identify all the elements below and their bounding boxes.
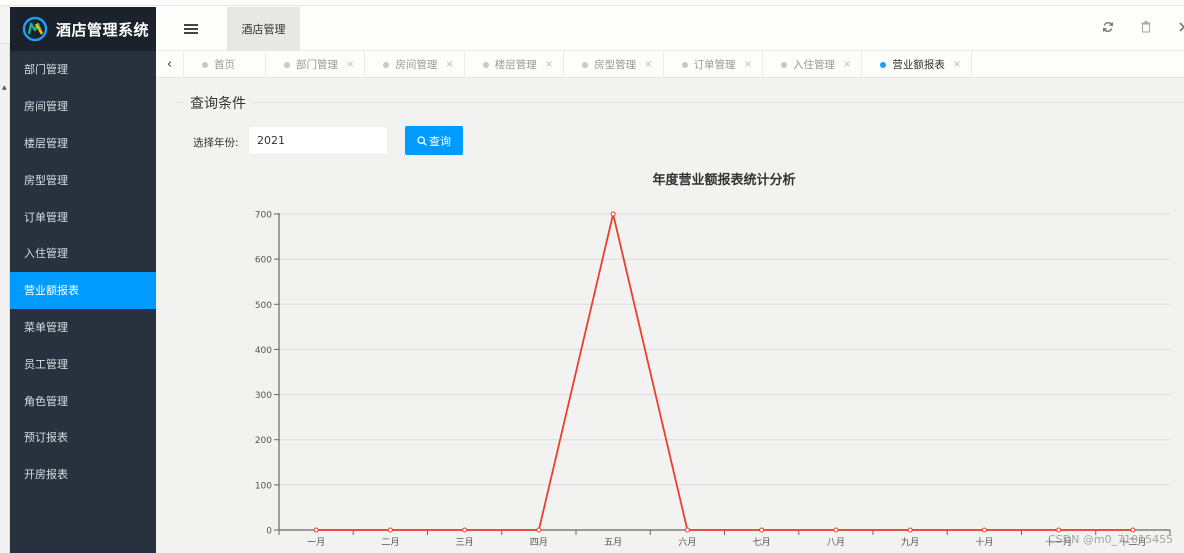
sidebar-item-label: 订单管理 (24, 210, 68, 224)
sidebar-item[interactable]: 房型管理 (10, 161, 156, 198)
sidebar-item-label: 入住管理 (24, 247, 68, 261)
page-tabbar: ‹ 首页 部门管理 × 房间管理 × 楼层管理 × 房型管理 × 订单管理 × 入住管理 × 营业额报表 × (156, 51, 1184, 78)
tab-label: 首页 (214, 59, 235, 71)
sidebar-item-label: 预订报表 (24, 431, 68, 445)
app-logo[interactable]: 酒店管理系统 (10, 7, 156, 51)
tab-dot-icon (202, 61, 208, 68)
sidebar-item[interactable]: 入住管理 (10, 235, 156, 272)
sidebar-item-label: 员工管理 (24, 357, 68, 371)
main-content: 查询条件 选择年份: 查询 (156, 78, 1184, 553)
watermark: CSDN @m0_71015455 (1048, 533, 1174, 546)
year-input[interactable] (248, 126, 388, 155)
trash-icon[interactable] (1138, 21, 1154, 37)
app-title: 酒店管理系统 (56, 20, 150, 39)
tab-label: 房间管理 (395, 59, 438, 71)
tab-label: 订单管理 (693, 59, 736, 71)
sidebar-item-label: 房间管理 (24, 100, 68, 114)
tabs-list: 首页 部门管理 × 房间管理 × 楼层管理 × 房型管理 × 订单管理 × 入住管理 × 营业额报表 × (184, 51, 973, 78)
browser-top-strip (0, 0, 1184, 6)
close-icon[interactable]: × (953, 59, 961, 70)
tab-dot-icon (482, 61, 489, 68)
page-tab[interactable]: 楼层管理 × (465, 51, 565, 78)
sidebar-item-label: 房型管理 (24, 173, 68, 187)
sidebar-item[interactable]: 开房报表 (10, 456, 156, 493)
sidebar-item-label: 开房报表 (24, 468, 68, 482)
page-tab[interactable]: 房间管理 × (365, 51, 465, 78)
close-icon[interactable]: × (644, 59, 652, 70)
page-tab[interactable]: 订单管理 × (664, 51, 763, 78)
sidebar-item-label: 角色管理 (24, 394, 68, 408)
sidebar-item[interactable]: 菜单管理 (10, 309, 156, 346)
query-legend: 查询条件 (184, 93, 252, 113)
sidebar-item[interactable]: 楼层管理 (10, 125, 156, 162)
sidebar-menu: 部门管理房间管理楼层管理房型管理订单管理入住管理营业额报表菜单管理员工管理角色管… (10, 51, 156, 493)
sidebar-item[interactable]: 员工管理 (10, 345, 156, 382)
tab-label: 营业额报表 (892, 59, 945, 71)
close-icon[interactable]: × (346, 59, 354, 70)
sidebar-item-label: 菜单管理 (24, 320, 68, 334)
tab-label: 楼层管理 (494, 59, 537, 71)
tab-label: 房型管理 (594, 59, 637, 71)
sidebar: 酒店管理系统 部门管理房间管理楼层管理房型管理订单管理入住管理营业额报表菜单管理… (10, 7, 156, 553)
page-tab[interactable]: 房型管理 × (564, 51, 664, 78)
chevron-left-icon[interactable]: ‹ (156, 51, 184, 78)
query-button[interactable]: 查询 (405, 126, 463, 155)
year-label: 选择年份: (193, 137, 239, 149)
fullscreen-icon[interactable] (1176, 21, 1184, 37)
page-tab[interactable]: 营业额报表 × (862, 51, 973, 78)
sidebar-item[interactable]: 房间管理 (10, 88, 156, 125)
indent-icon[interactable] (184, 22, 198, 36)
refresh-icon[interactable] (1100, 21, 1116, 37)
sidebar-item[interactable]: 预订报表 (10, 419, 156, 456)
scroll-up-arrow-icon[interactable]: ▲ (2, 84, 7, 91)
tab-dot-icon (582, 61, 589, 68)
tab-dot-icon (383, 61, 390, 68)
sidebar-item[interactable]: 订单管理 (10, 198, 156, 235)
sidebar-item[interactable]: 角色管理 (10, 382, 156, 419)
page-tab[interactable]: 部门管理 × (266, 51, 366, 78)
top-header: 酒店管理 (156, 7, 1184, 51)
tab-label: 入住管理 (792, 59, 835, 71)
page-tab[interactable]: 首页 (184, 51, 266, 78)
tab-dot-icon (880, 61, 887, 68)
tab-dot-icon (681, 61, 688, 68)
tab-dot-icon (284, 61, 290, 68)
page-scrollbar[interactable]: ▲ (0, 6, 10, 553)
tab-label: 部门管理 (296, 59, 338, 71)
close-icon[interactable]: × (843, 59, 851, 70)
close-icon[interactable]: × (445, 59, 453, 70)
query-button-label: 查询 (429, 135, 451, 148)
sidebar-item-label: 营业额报表 (24, 284, 79, 298)
close-icon[interactable]: × (545, 59, 553, 70)
sidebar-item-label: 楼层管理 (24, 136, 68, 150)
sidebar-item[interactable]: 部门管理 (10, 51, 156, 88)
scrollbar-top (0, 6, 10, 44)
m-circle-logo-icon (22, 16, 48, 42)
tab-dot-icon (780, 61, 787, 68)
system-tab-hotel[interactable]: 酒店管理 (227, 7, 300, 51)
fieldset-divider (176, 102, 1184, 103)
sidebar-item-label: 部门管理 (24, 63, 68, 77)
close-icon[interactable]: × (744, 59, 752, 70)
page-tab[interactable]: 入住管理 × (763, 51, 863, 78)
search-icon (417, 135, 427, 146)
sidebar-item[interactable]: 营业额报表 (10, 271, 156, 309)
